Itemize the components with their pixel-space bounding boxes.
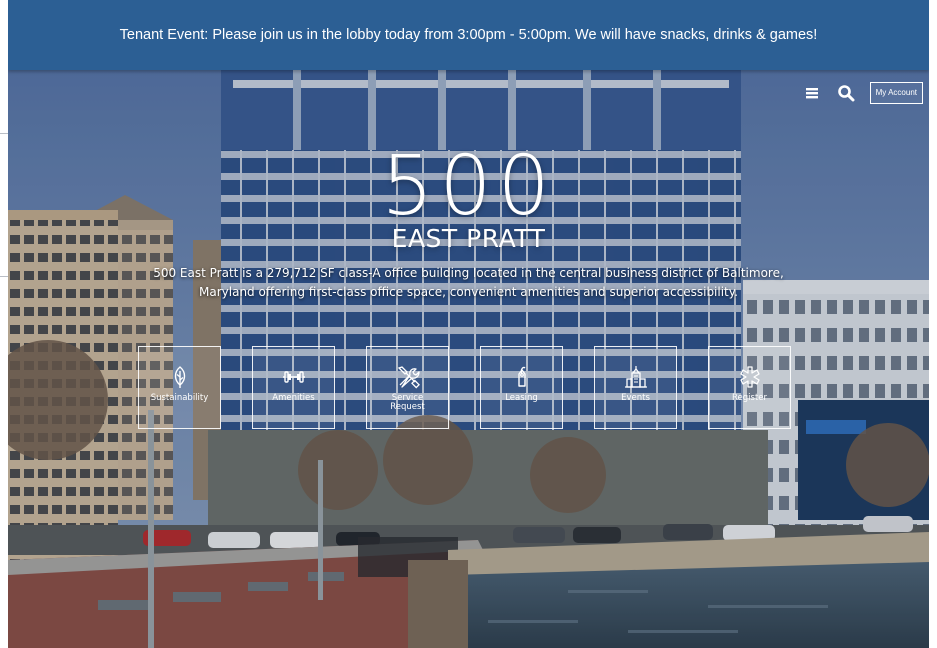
building-name: EAST PRATT bbox=[391, 224, 546, 253]
tile-register[interactable]: Register bbox=[708, 346, 791, 429]
search-icon[interactable] bbox=[836, 83, 856, 103]
tile-label: Amenities bbox=[272, 393, 315, 403]
tile-leasing[interactable]: Leasing bbox=[480, 346, 563, 429]
tile-label: Service Request bbox=[390, 393, 425, 412]
hamburger-icon[interactable] bbox=[802, 83, 822, 103]
badge-icon bbox=[739, 366, 760, 388]
tile-events[interactable]: Events bbox=[594, 346, 677, 429]
dumbbell-icon bbox=[282, 371, 305, 383]
hero-section: My Account 500 EAST PRATT 500 East Pratt… bbox=[8, 70, 929, 648]
tools-icon bbox=[397, 366, 420, 389]
page-edge-line bbox=[0, 276, 8, 277]
tile-label: Events bbox=[621, 393, 650, 403]
tile-sustainability[interactable]: Sustainability bbox=[138, 346, 221, 429]
building-icon bbox=[624, 366, 647, 388]
top-navigation: My Account bbox=[802, 82, 923, 104]
leaf-icon bbox=[174, 366, 185, 388]
announcement-banner: Tenant Event: Please join us in the lobb… bbox=[8, 0, 929, 70]
tile-service-request[interactable]: Service Request bbox=[366, 346, 449, 429]
key-tag-icon bbox=[517, 366, 526, 387]
tile-label: Register bbox=[732, 393, 767, 403]
announcement-text: Tenant Event: Please join us in the lobb… bbox=[119, 27, 818, 43]
page-edge-line bbox=[0, 133, 8, 134]
tile-label: Leasing bbox=[505, 393, 538, 403]
tile-amenities[interactable]: Amenities bbox=[252, 346, 335, 429]
building-tagline: 500 East Pratt is a 279,712 SF class-A o… bbox=[153, 266, 784, 299]
feature-tiles: Sustainability Amenities Service Request… bbox=[138, 346, 791, 429]
tile-label: Sustainability bbox=[150, 393, 209, 403]
my-account-button[interactable]: My Account bbox=[869, 82, 923, 104]
page-frame: Tenant Event: Please join us in the lobb… bbox=[8, 0, 929, 648]
building-number: 500 bbox=[381, 139, 556, 234]
